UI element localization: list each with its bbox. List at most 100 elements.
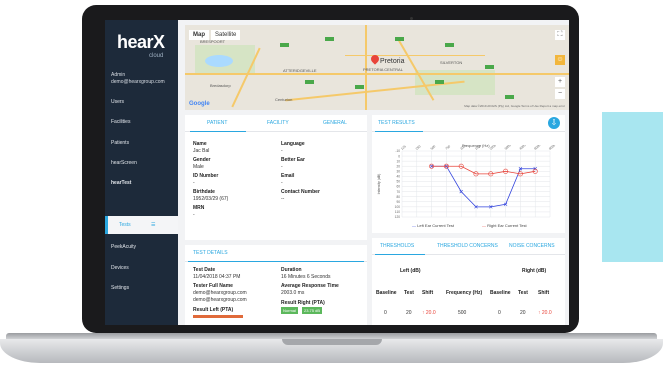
left-header: Left (dB) — [400, 268, 421, 274]
logo-sub: cloud — [149, 53, 164, 59]
tab-threshold-concerns[interactable]: THRESHOLD CONCERNS — [437, 243, 498, 249]
test-details-header: TEST DETAILS — [185, 245, 367, 262]
map-town-label: Bredasdorp — [210, 83, 231, 88]
status-badge: Normal — [281, 307, 298, 314]
x-tick-label: 1500 — [474, 145, 482, 151]
app-screen: hearX cloud Admin demo@hearxgroup.com Us… — [105, 20, 569, 325]
sidebar-item-tests-label: Tests — [119, 222, 131, 228]
laptop-base — [0, 333, 663, 367]
x-tick-label: 4000 — [518, 145, 526, 151]
y-tick-label: 30 — [396, 170, 400, 174]
tab-patient[interactable]: PATIENT — [207, 120, 227, 126]
logo: hearX — [117, 32, 165, 52]
google-logo: Google — [189, 101, 210, 107]
contact-label: Contact Number — [281, 189, 320, 195]
legend-right-label: Right Ear Current Test — [487, 223, 527, 228]
map-attribution: Map data ©2019 AfriGIS (Pty) Ltd, Google… — [464, 104, 565, 108]
language-value: - — [281, 148, 283, 154]
col-frequency: Frequency (Hz) — [446, 290, 483, 296]
y-tick-label: -10 — [395, 149, 400, 153]
col-baseline-right: Baseline — [490, 290, 511, 296]
download-icon[interactable]: ⇩ — [548, 117, 560, 129]
background-accent — [602, 112, 663, 262]
location-map[interactable]: Map Satellite Pretoria BRESPOORT ATTERID… — [185, 25, 569, 110]
map-route-badge — [435, 80, 444, 84]
map-town-label: PRETORIA CENTRAL — [363, 67, 403, 72]
y-tick-label: 100 — [395, 205, 401, 209]
fullscreen-icon[interactable]: ⛶ — [555, 30, 565, 40]
col-test-left: Test — [404, 290, 414, 296]
sidebar-item-settings[interactable]: Settings — [111, 285, 129, 291]
active-tab-underline — [375, 131, 423, 132]
y-tick-label: 70 — [396, 190, 400, 194]
map-town-label: Centurion — [275, 97, 293, 102]
sidebar-item-patients[interactable]: Patients — [111, 140, 129, 146]
cell-shift-right: ↑ 20.0 — [538, 310, 552, 316]
sidebar-item-devices[interactable]: Devices — [111, 265, 129, 271]
sidebar-item-heartest[interactable]: hearTest — [111, 180, 131, 186]
active-tab-underline — [375, 254, 425, 255]
y-axis-label: Intensity (dB) — [377, 174, 381, 195]
map-road — [345, 55, 485, 56]
zoom-in-icon[interactable]: + — [555, 77, 565, 87]
tab-test-details[interactable]: TEST DETAILS — [193, 250, 228, 256]
y-tick-label: 90 — [396, 200, 400, 204]
map-town-label: SILVERTON — [440, 60, 463, 65]
mrn-value: - — [193, 212, 195, 218]
duration-label: Duration — [281, 267, 302, 273]
result-right-value: 23.75 dB — [302, 307, 323, 314]
audiogram-chart: -1001020 30405060708090100110120 125 250 500… — [377, 145, 556, 219]
map-route-badge — [305, 80, 314, 84]
cell-test-right: 20 — [520, 310, 526, 316]
active-tab-underline — [188, 261, 364, 262]
col-shift-right: Shift — [538, 290, 550, 296]
user-email: demo@hearxgroup.com — [111, 79, 165, 85]
test-date-value: 11/04/2018 04:37 PM — [193, 274, 241, 280]
sidebar-item-facilities[interactable]: Facilities — [111, 119, 130, 125]
y-tick-label: 20 — [396, 164, 400, 168]
tab-noise-concerns[interactable]: NOISE CONCERNS — [509, 243, 555, 249]
list-icon: ☰ — [151, 222, 156, 228]
sidebar-item-tests[interactable] — [105, 216, 178, 234]
map-lake — [205, 55, 233, 67]
tab-general[interactable]: GENERAL — [323, 120, 347, 126]
sidebar: hearX cloud Admin demo@hearxgroup.com Us… — [105, 20, 178, 325]
sidebar-item-peekacuity[interactable]: PeekAcuity — [111, 244, 136, 250]
map-route-badge — [445, 43, 454, 47]
sidebar-item-users[interactable]: Users — [111, 99, 124, 105]
x-tick-label: 250 — [415, 145, 422, 151]
cell-baseline-right: 0 — [498, 310, 501, 316]
map-city-label: Pretoria — [380, 58, 405, 65]
tab-facility[interactable]: FACILITY — [267, 120, 289, 126]
tester-email: demo@hearxgroup.com — [193, 297, 247, 303]
legend-left: — Left Ear Current Test — [412, 223, 454, 228]
y-tick-label: 10 — [396, 159, 400, 163]
test-date-label: Test Date — [193, 267, 216, 273]
map-route-badge — [485, 65, 494, 69]
x-tick-label: 125 — [400, 145, 407, 151]
mrn-label: MRN — [193, 205, 205, 211]
patient-panel: PATIENT FACILITY GENERAL Name Jac Bal La… — [185, 115, 367, 240]
tab-test-results[interactable]: TEST RESULTS — [378, 120, 415, 126]
y-tick-label: 120 — [395, 215, 401, 219]
map-town-label: BRESPOORT — [200, 39, 226, 44]
col-baseline-left: Baseline — [376, 290, 397, 296]
col-test-right: Test — [518, 290, 528, 296]
x-tick-label: 3000 — [504, 145, 512, 151]
avg-response-value: 2003.0 ms — [281, 290, 305, 296]
result-left-bar — [193, 315, 243, 318]
sidebar-item-hearscreen[interactable]: hearScreen — [111, 160, 137, 166]
street-view-icon[interactable]: ☺ — [555, 55, 565, 65]
tab-thresholds[interactable]: THRESHOLDS — [380, 243, 414, 249]
legend-right: — Right Ear Current Test — [482, 223, 527, 228]
birthdate-value: 1952/03/29 (67) — [193, 196, 229, 202]
cell-baseline-left: 0 — [384, 310, 387, 316]
map-road — [185, 73, 569, 75]
email-label: Email — [281, 173, 295, 179]
map-route-badge — [355, 85, 364, 89]
language-label: Language — [281, 141, 305, 147]
map-route-badge — [325, 37, 334, 41]
gender-label: Gender — [193, 157, 211, 163]
gender-value: Male — [193, 164, 204, 170]
zoom-out-icon[interactable]: − — [555, 89, 565, 99]
